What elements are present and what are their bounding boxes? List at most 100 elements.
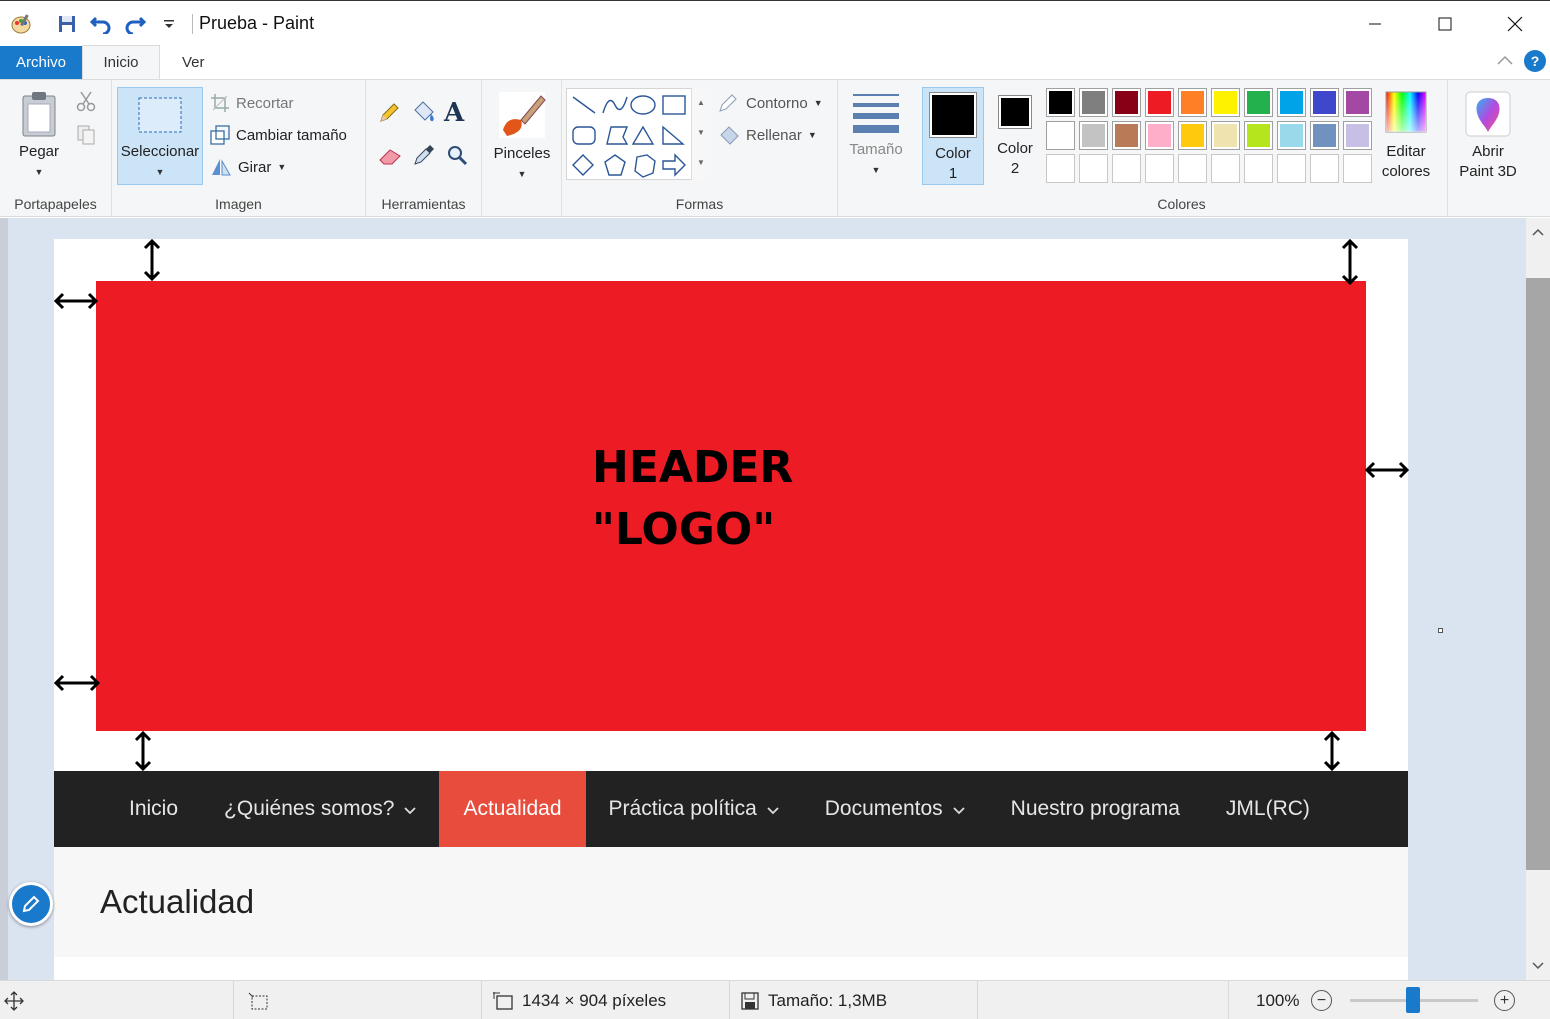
palette-swatch[interactable]: [1211, 121, 1240, 150]
shapes-scroll[interactable]: ▲ ▼ ▼: [691, 88, 710, 180]
drawing-canvas[interactable]: HEADER "LOGO" Inicio ¿Quiénes somos? Actua…: [54, 239, 1409, 980]
scroll-down-icon[interactable]: [1526, 954, 1550, 978]
disk-icon: [741, 991, 759, 1010]
redo-icon[interactable]: [122, 11, 148, 37]
color-picker-icon[interactable]: [413, 144, 435, 170]
palette-swatch[interactable]: [1145, 88, 1174, 117]
paint-app-icon[interactable]: [8, 11, 34, 37]
open-paint3d-button[interactable]: Abrir Paint 3D: [1456, 90, 1520, 182]
palette-swatch[interactable]: [1145, 154, 1174, 183]
palette-swatch[interactable]: [1277, 88, 1306, 117]
edit-pencil-icon[interactable]: [9, 882, 53, 926]
site-nav-item-label: JML(RC): [1225, 797, 1310, 820]
maximize-button[interactable]: [1410, 1, 1480, 47]
rounded-rectangle-shape-icon[interactable]: [572, 126, 596, 145]
palette-swatch-fill: [1115, 157, 1138, 180]
palette-swatch[interactable]: [1079, 88, 1108, 117]
palette-swatch[interactable]: [1244, 154, 1273, 183]
right-triangle-shape-icon[interactable]: [662, 125, 685, 145]
rotate-button[interactable]: Girar ▼: [210, 157, 286, 177]
diamond-shape-icon[interactable]: [572, 154, 594, 176]
canvas-resize-handle[interactable]: [1438, 628, 1443, 633]
palette-swatch[interactable]: [1343, 154, 1372, 183]
palette-swatch-fill: [1214, 124, 1237, 147]
tab-view[interactable]: Ver: [160, 46, 223, 79]
minimize-button[interactable]: [1340, 1, 1410, 47]
group-tools: A Herramientas: [366, 80, 482, 216]
eraser-icon[interactable]: [378, 146, 402, 170]
palette-swatch[interactable]: [1310, 154, 1339, 183]
palette-swatch[interactable]: [1211, 88, 1240, 117]
select-button[interactable]: Seleccionar ▼: [117, 87, 203, 185]
triangle-shape-icon[interactable]: [631, 125, 655, 145]
palette-swatch[interactable]: [1112, 154, 1141, 183]
oval-shape-icon[interactable]: [630, 95, 656, 115]
palette-swatch[interactable]: [1112, 121, 1141, 150]
size-button[interactable]: Tamaño ▼: [844, 92, 908, 180]
hexagon-shape-icon[interactable]: [634, 154, 656, 178]
palette-swatch[interactable]: [1178, 121, 1207, 150]
group-label-image: Imagen: [215, 196, 262, 212]
line-shape-icon[interactable]: [572, 96, 596, 114]
color2-button[interactable]: Color 2: [990, 95, 1040, 179]
magnifier-icon[interactable]: [446, 144, 468, 170]
palette-swatch[interactable]: [1310, 88, 1339, 117]
color1-button[interactable]: Color 1: [922, 87, 984, 185]
copy-icon[interactable]: [76, 124, 96, 150]
palette-swatch[interactable]: [1046, 121, 1075, 150]
zoom-in-icon[interactable]: +: [1494, 990, 1515, 1011]
group-label-colors: Colores: [1157, 196, 1206, 212]
customize-qat-icon[interactable]: [156, 11, 182, 37]
palette-swatch-fill: [1049, 124, 1072, 147]
crop-button[interactable]: Recortar: [210, 93, 294, 113]
brushes-button[interactable]: Pinceles ▼: [488, 90, 556, 184]
tab-file[interactable]: Archivo: [0, 46, 82, 79]
paste-button[interactable]: Pegar ▼: [14, 90, 64, 182]
palette-swatch[interactable]: [1343, 88, 1372, 117]
palette-swatch-fill: [1214, 91, 1237, 114]
palette-swatch[interactable]: [1244, 88, 1273, 117]
palette-swatch[interactable]: [1244, 121, 1273, 150]
palette-swatch[interactable]: [1178, 154, 1207, 183]
fill-bucket-icon[interactable]: [411, 100, 437, 128]
vertical-scrollbar[interactable]: [1526, 218, 1550, 980]
tab-home[interactable]: Inicio: [82, 45, 160, 79]
palette-swatch[interactable]: [1211, 154, 1240, 183]
chevron-down-icon: [767, 797, 779, 821]
close-button[interactable]: [1480, 1, 1550, 47]
save-icon[interactable]: [54, 11, 80, 37]
text-tool-icon[interactable]: A: [444, 98, 464, 128]
pencil-icon[interactable]: [378, 102, 400, 128]
palette-swatch[interactable]: [1310, 121, 1339, 150]
scroll-up-icon[interactable]: [1526, 220, 1550, 244]
undo-icon[interactable]: [88, 11, 114, 37]
resize-button[interactable]: Cambiar tamaño: [210, 125, 347, 145]
paint3d-line2: Paint 3D: [1459, 163, 1517, 180]
site-nav-item: Actualidad: [439, 771, 586, 847]
scrollbar-thumb[interactable]: [1526, 278, 1550, 870]
rectangle-shape-icon[interactable]: [662, 95, 686, 115]
palette-swatch[interactable]: [1277, 154, 1306, 183]
palette-swatch[interactable]: [1343, 121, 1372, 150]
palette-swatch[interactable]: [1079, 121, 1108, 150]
palette-swatch[interactable]: [1277, 121, 1306, 150]
palette-swatch[interactable]: [1145, 121, 1174, 150]
polygon-shape-icon[interactable]: [606, 126, 629, 145]
help-icon[interactable]: ?: [1524, 50, 1546, 72]
palette-swatch[interactable]: [1178, 88, 1207, 117]
arrow-shape-icon[interactable]: [662, 153, 686, 177]
zoom-out-icon[interactable]: −: [1311, 990, 1332, 1011]
palette-swatch[interactable]: [1046, 88, 1075, 117]
cut-icon[interactable]: [76, 90, 96, 116]
curve-shape-icon[interactable]: [602, 96, 628, 114]
palette-swatch[interactable]: [1112, 88, 1141, 117]
palette-swatch[interactable]: [1046, 154, 1075, 183]
site-nav-item-label: Documentos: [824, 797, 943, 820]
outline-button[interactable]: Contorno ▼: [718, 93, 823, 113]
palette-swatch[interactable]: [1079, 154, 1108, 183]
fill-button[interactable]: Rellenar ▼: [718, 125, 817, 145]
pentagon-shape-icon[interactable]: [604, 154, 626, 176]
edit-colors-button[interactable]: Editar colores: [1376, 90, 1436, 182]
collapse-ribbon-icon[interactable]: [1496, 53, 1514, 70]
zoom-slider-thumb[interactable]: [1406, 987, 1420, 1013]
